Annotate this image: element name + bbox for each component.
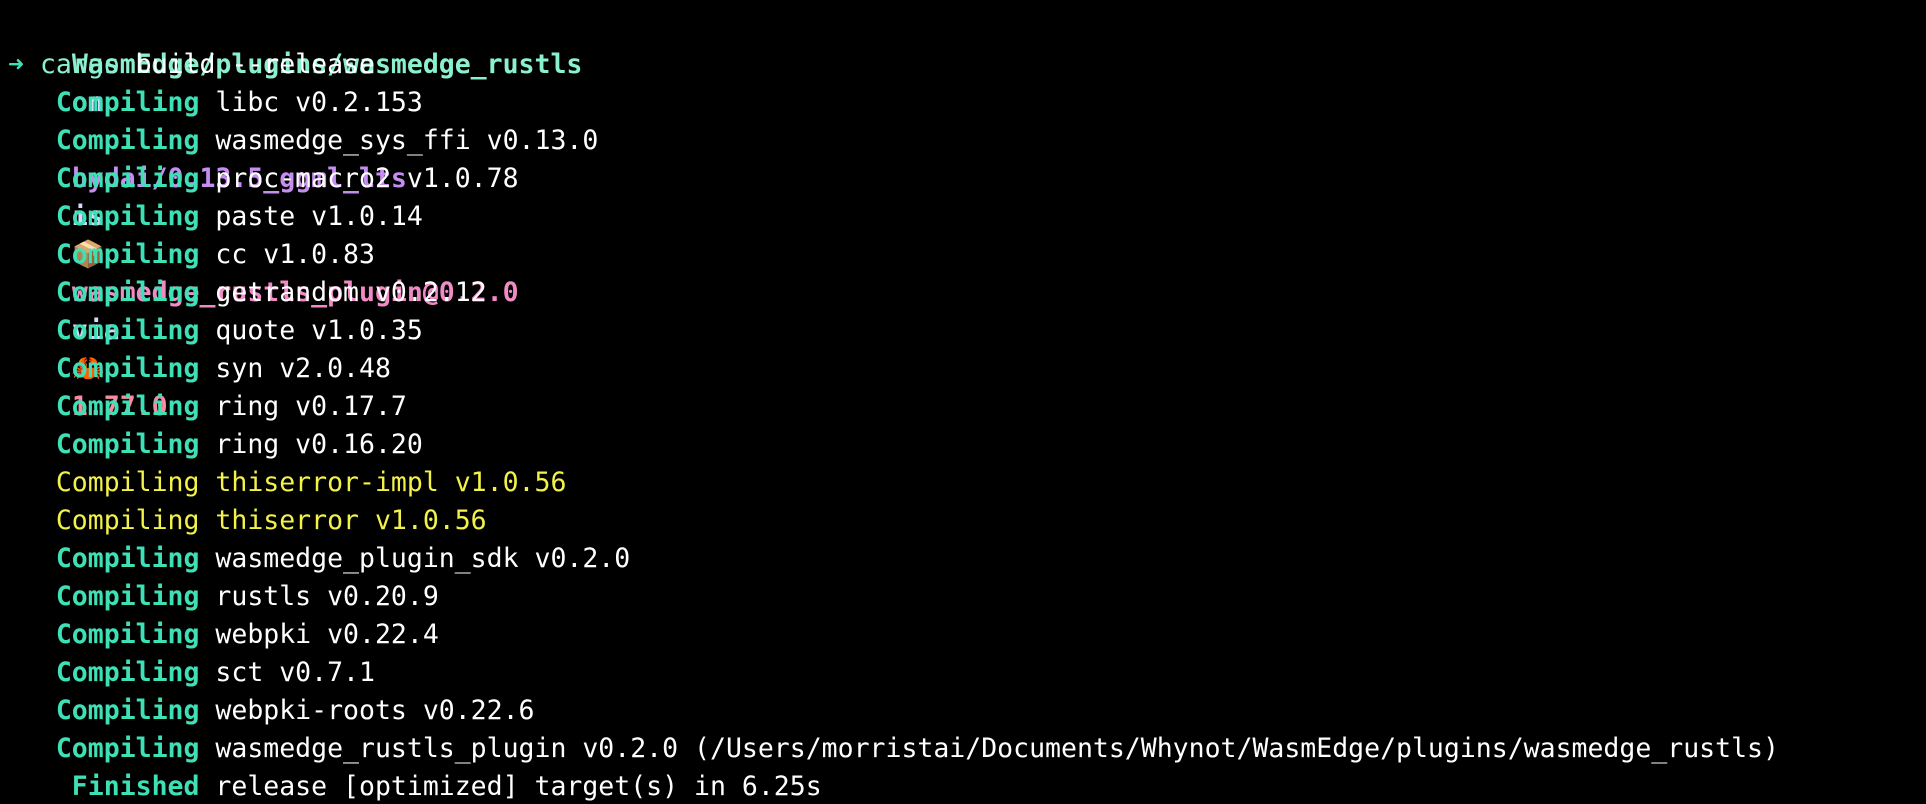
output-line: Compiling wasmedge_sys_ffi v0.13.0	[8, 122, 1926, 160]
output-line: Compiling rustls v0.20.9	[8, 578, 1926, 616]
output-line: Compiling sct v0.7.1	[8, 654, 1926, 692]
output-line: Compiling getrandom v0.2.12	[8, 274, 1926, 312]
output-line: Compiling webpki-roots v0.22.6	[8, 692, 1926, 730]
output-status: Compiling	[55, 467, 200, 498]
output-line: Finished release [optimized] target(s) i…	[8, 768, 1926, 804]
output-status: Compiling	[55, 695, 200, 726]
output-line: Compiling ring v0.17.7	[8, 388, 1926, 426]
output-status: Compiling	[55, 429, 200, 460]
output-line: Compiling cc v1.0.83	[8, 236, 1926, 274]
output-line: Compiling proc-macro2 v1.0.78	[8, 160, 1926, 198]
output-text: thiserror-impl v1.0.56	[215, 467, 567, 498]
output-status: Compiling	[55, 87, 200, 118]
output-line: Compiling paste v1.0.14	[8, 198, 1926, 236]
command-args: build --release	[119, 49, 375, 80]
output-text: proc-macro2 v1.0.78	[215, 163, 519, 194]
output-status: Compiling	[55, 353, 200, 384]
output-status: Compiling	[55, 201, 200, 232]
output-text: thiserror v1.0.56	[215, 505, 487, 536]
output-line: Compiling wasmedge_rustls_plugin v0.2.0 …	[8, 730, 1926, 768]
output-status: Compiling	[55, 733, 200, 764]
command-line[interactable]: ➜ cargo build --release	[8, 46, 1926, 84]
output-status: Compiling	[55, 163, 200, 194]
output-text: cc v1.0.83	[215, 239, 375, 270]
output-text: release [optimized] target(s) in 6.25s	[215, 771, 822, 802]
command-program: cargo	[39, 49, 120, 80]
output-line: Compiling thiserror-impl v1.0.56	[8, 464, 1926, 502]
output-text: wasmedge_sys_ffi v0.13.0	[215, 125, 599, 156]
output-text: syn v2.0.48	[215, 353, 391, 384]
output-status: Compiling	[55, 581, 200, 612]
output-status: Compiling	[55, 505, 200, 536]
output-text: wasmedge_plugin_sdk v0.2.0	[215, 543, 631, 574]
output-status: Compiling	[55, 239, 200, 270]
output-text: rustls v0.20.9	[215, 581, 439, 612]
output-status: Compiling	[55, 391, 200, 422]
output-status: Compiling	[55, 277, 200, 308]
output-text: webpki-roots v0.22.6	[215, 695, 535, 726]
output-status: Compiling	[55, 125, 200, 156]
output-text: ring v0.16.20	[215, 429, 423, 460]
output-line: Compiling syn v2.0.48	[8, 350, 1926, 388]
output-text: ring v0.17.7	[215, 391, 407, 422]
output-text: wasmedge_rustls_plugin v0.2.0 (/Users/mo…	[215, 733, 1779, 764]
output-text: sct v0.7.1	[215, 657, 375, 688]
output-status: Compiling	[55, 315, 200, 346]
output-status: Compiling	[55, 543, 200, 574]
output-text: quote v1.0.35	[215, 315, 423, 346]
output-text: libc v0.2.153	[215, 87, 423, 118]
output-status: Compiling	[55, 657, 200, 688]
output-line: Compiling wasmedge_plugin_sdk v0.2.0	[8, 540, 1926, 578]
build-output: Compiling libc v0.2.153 Compiling wasmedg…	[8, 84, 1926, 804]
output-line: Compiling ring v0.16.20	[8, 426, 1926, 464]
output-text: webpki v0.22.4	[215, 619, 439, 650]
output-line: Compiling quote v1.0.35	[8, 312, 1926, 350]
prompt-arrow-icon: ➜	[8, 49, 24, 80]
terminal-window[interactable]: WasmEdge/plugins/wasmedge_rustls on hyda…	[0, 0, 1926, 804]
output-status: Finished	[71, 771, 200, 802]
output-line: Compiling webpki v0.22.4	[8, 616, 1926, 654]
prompt-line: WasmEdge/plugins/wasmedge_rustls on hyda…	[8, 8, 1926, 422]
output-line: Compiling thiserror v1.0.56	[8, 502, 1926, 540]
output-text: getrandom v0.2.12	[215, 277, 487, 308]
output-text: paste v1.0.14	[215, 201, 423, 232]
output-line: Compiling libc v0.2.153	[8, 84, 1926, 122]
output-status: Compiling	[55, 619, 200, 650]
